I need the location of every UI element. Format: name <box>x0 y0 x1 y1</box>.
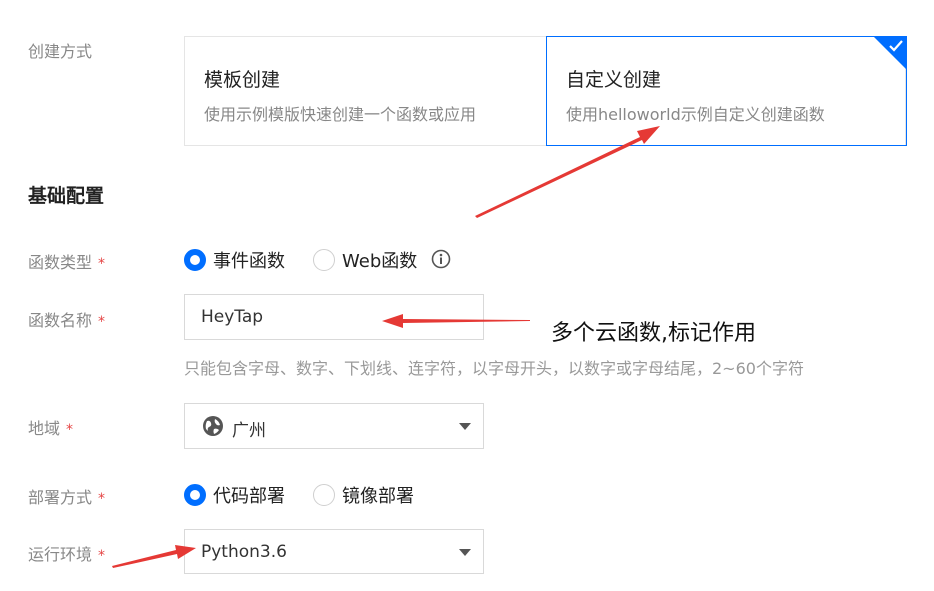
required-mark: * <box>98 314 106 330</box>
function-name-label: 函数名称 * <box>28 307 105 331</box>
function-name-label-text: 函数名称 <box>28 311 93 330</box>
radio-image-deploy-label: 镜像部署 <box>342 486 414 507</box>
required-mark: * <box>98 491 106 507</box>
check-icon <box>889 40 903 52</box>
create-method-label: 创建方式 <box>28 42 93 61</box>
runtime-label: 运行环境 * <box>28 541 105 565</box>
custom-create-desc: 使用helloworld示例自定义创建函数 <box>566 105 825 124</box>
radio-event-function[interactable]: 事件函数 <box>184 247 285 273</box>
runtime-select[interactable]: Python3.6 <box>184 529 484 574</box>
radio-web-function-dot[interactable] <box>313 249 335 271</box>
deploy-method-label-text: 部署方式 <box>28 488 93 507</box>
create-method-cards: 模板创建 使用示例模版快速创建一个函数或应用 自定义创建 使用helloworl… <box>184 36 907 146</box>
required-mark: * <box>98 256 106 272</box>
annotation-text: 多个云函数,标记作用 <box>551 321 756 346</box>
radio-event-function-dot[interactable] <box>184 249 206 271</box>
info-icon[interactable] <box>431 249 451 269</box>
required-mark: * <box>66 422 74 438</box>
radio-code-deploy-dot[interactable] <box>184 484 206 506</box>
radio-image-deploy[interactable]: 镜像部署 <box>313 482 414 508</box>
radio-web-function-label: Web函数 <box>342 251 418 272</box>
chevron-down-icon <box>459 549 471 556</box>
runtime-value: Python3.6 <box>201 542 287 562</box>
radio-code-deploy-label: 代码部署 <box>213 486 285 507</box>
template-create-card[interactable]: 模板创建 使用示例模版快速创建一个函数或应用 <box>185 37 547 145</box>
custom-create-title: 自定义创建 <box>566 69 662 91</box>
region-label-text: 地域 <box>28 419 61 438</box>
section-title-basic-config: 基础配置 <box>28 185 105 207</box>
function-type-label-text: 函数类型 <box>28 253 93 272</box>
radio-event-function-label: 事件函数 <box>213 251 285 272</box>
region-label: 地域 * <box>28 415 73 439</box>
runtime-label-text: 运行环境 <box>28 545 93 564</box>
chevron-down-icon <box>459 423 471 430</box>
region-select[interactable]: 广州 <box>184 403 484 449</box>
function-name-hint: 只能包含字母、数字、下划线、连字符，以字母开头，以数字或字母结尾，2~60个字符 <box>184 359 804 378</box>
selected-corner-badge <box>874 37 906 69</box>
function-name-value: HeyTap <box>201 307 264 327</box>
region-value: 广州 <box>232 421 266 441</box>
template-create-title: 模板创建 <box>204 69 281 91</box>
deploy-method-label: 部署方式 * <box>28 484 105 508</box>
radio-web-function[interactable]: Web函数 <box>313 247 417 273</box>
radio-code-deploy[interactable]: 代码部署 <box>184 482 285 508</box>
custom-create-card[interactable]: 自定义创建 使用helloworld示例自定义创建函数 <box>546 36 907 146</box>
radio-image-deploy-dot[interactable] <box>313 484 335 506</box>
template-create-desc: 使用示例模版快速创建一个函数或应用 <box>204 105 477 124</box>
function-name-input[interactable]: HeyTap <box>184 294 484 340</box>
function-type-label: 函数类型 * <box>28 249 105 273</box>
globe-icon <box>203 416 223 436</box>
required-mark: * <box>98 548 106 564</box>
